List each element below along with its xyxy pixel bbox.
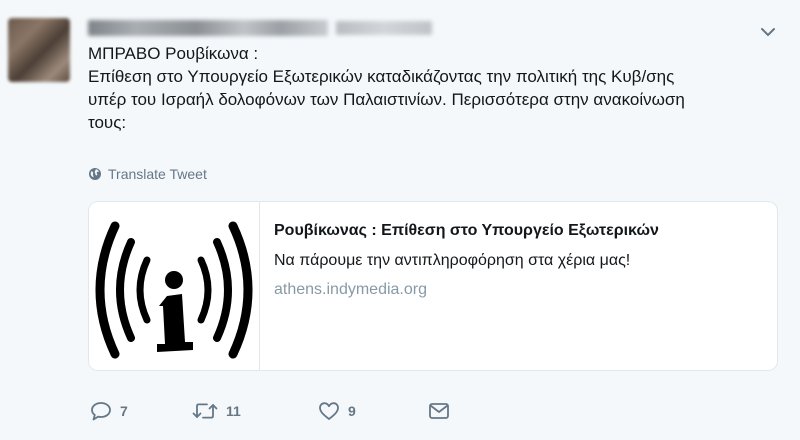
card-domain: athens.indymedia.org [274, 281, 427, 298]
retweet-button[interactable]: 11 [192, 401, 318, 421]
card-image [89, 202, 260, 370]
link-card[interactable]: Ρουβίκωνας : Επίθεση στο Υπουργείο Εξωτε… [88, 201, 778, 371]
blurred-author-name[interactable] [88, 20, 328, 36]
tweet-text-line: υπέρ του Ισραήλ δολοφόνων των Παλαιστινί… [88, 90, 685, 109]
blurred-handle-date [336, 21, 432, 35]
tweet-header [88, 16, 432, 40]
envelope-icon [429, 403, 449, 419]
tweet-text-line: ΜΠΡΑΒΟ Ρουβίκωνα : [88, 44, 259, 63]
tweet: ΜΠΡΑΒΟ Ρουβίκωνα : Επίθεση στο Υπουργείο… [0, 0, 800, 440]
indymedia-logo [95, 221, 253, 359]
heart-icon [319, 402, 339, 420]
like-button[interactable]: 9 [318, 401, 428, 421]
more-options-button[interactable] [758, 22, 778, 42]
avatar[interactable] [8, 18, 70, 82]
tweet-text-line: τους: [88, 113, 127, 132]
tweet-actions: 7 11 9 [90, 398, 450, 424]
tweet-text: ΜΠΡΑΒΟ Ρουβίκωνα : Επίθεση στο Υπουργείο… [88, 42, 788, 134]
card-title: Ρουβίκωνας : Επίθεση στο Υπουργείο Εξωτε… [274, 222, 659, 239]
direct-message-button[interactable] [428, 401, 450, 421]
card-body: Ρουβίκωνας : Επίθεση στο Υπουργείο Εξωτε… [260, 202, 671, 370]
globe-icon [89, 168, 101, 180]
retweet-count: 11 [226, 403, 241, 419]
tweet-text-line: Επίθεση στο Υπουργείο Εξωτερικών καταδικ… [88, 67, 675, 86]
speech-bubble-icon [91, 402, 111, 421]
card-description: Να πάρουμε την αντιπληροφόρηση στα χέρια… [274, 252, 631, 269]
retweet-arrows-icon [192, 403, 218, 419]
reply-button[interactable]: 7 [90, 401, 192, 421]
translate-label: Translate Tweet [108, 166, 207, 182]
reply-count: 7 [120, 403, 128, 419]
like-count: 9 [348, 403, 356, 419]
chevron-down-icon [761, 28, 775, 36]
translate-tweet-link[interactable]: Translate Tweet [88, 166, 207, 182]
